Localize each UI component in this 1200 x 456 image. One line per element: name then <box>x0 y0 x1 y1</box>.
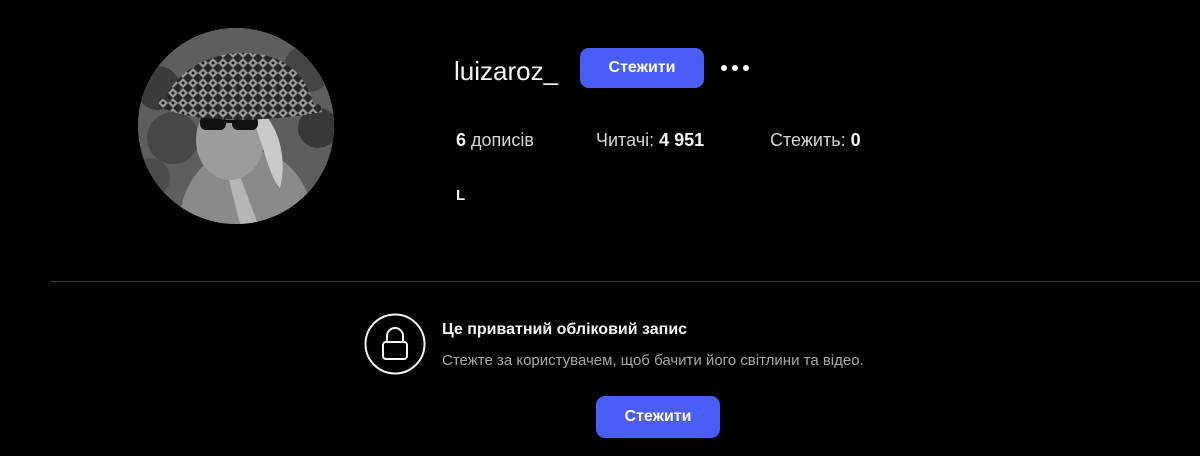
followers-count: 4 951 <box>659 130 705 150</box>
posts-count: 6 <box>456 130 467 150</box>
following-label: Стежить: <box>770 130 846 150</box>
private-account-title: Це приватний обліковий запис <box>442 321 688 338</box>
following-stat[interactable]: Стежить: 0 <box>770 128 861 152</box>
more-options-button[interactable] <box>716 54 756 82</box>
follow-button[interactable]: Стежити <box>580 48 704 88</box>
private-account-lock <box>364 313 426 375</box>
following-count: 0 <box>850 130 861 150</box>
followers-stat[interactable]: Читачі: 4 951 <box>596 128 704 152</box>
private-account-description: Стежте за користувачем, щоб бачити його … <box>442 352 864 369</box>
profile-username: luizaroz_ <box>454 56 559 86</box>
avatar[interactable] <box>138 28 334 224</box>
lock-icon <box>364 313 426 375</box>
profile-bio: L <box>456 187 466 204</box>
posts-stat: 6 дописів <box>456 128 534 152</box>
posts-label: дописів <box>471 130 534 150</box>
follow-button-private[interactable]: Стежити <box>596 396 720 438</box>
avatar-photo <box>138 28 334 224</box>
followers-label: Читачі: <box>596 130 655 150</box>
section-divider <box>50 281 1200 282</box>
more-horizontal-icon <box>721 65 749 71</box>
